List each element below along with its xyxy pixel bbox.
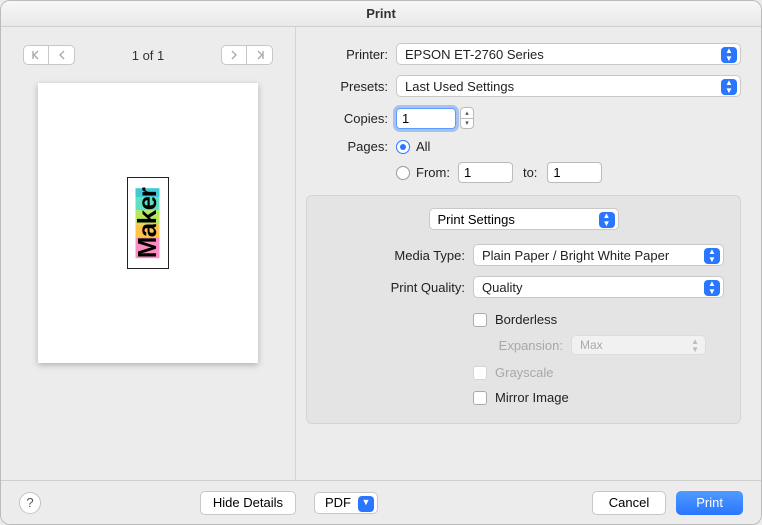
last-page-button[interactable] bbox=[247, 45, 273, 65]
cancel-button[interactable]: Cancel bbox=[592, 491, 666, 515]
media-type-value: Plain Paper / Bright White Paper bbox=[482, 248, 669, 263]
settings-section-value: Print Settings bbox=[438, 212, 515, 227]
updown-icon: ▲▼ bbox=[723, 79, 735, 95]
next-page-button[interactable] bbox=[221, 45, 247, 65]
footer-right: Cancel Print bbox=[592, 491, 743, 515]
media-type-row: Media Type: Plain Paper / Bright White P… bbox=[323, 244, 724, 266]
footer-left: ? Hide Details bbox=[19, 491, 314, 515]
hide-details-button[interactable]: Hide Details bbox=[200, 491, 296, 515]
mirror-row: Mirror Image bbox=[323, 390, 724, 405]
print-dialog: Print 1 of 1 bbox=[0, 0, 762, 525]
pages-to-input[interactable] bbox=[547, 162, 602, 183]
grayscale-row: Grayscale bbox=[323, 365, 724, 380]
pages-from-row: From: to: bbox=[306, 162, 741, 183]
printer-select[interactable]: EPSON ET-2760 Series ▲▼ bbox=[396, 43, 741, 65]
print-quality-row: Print Quality: Quality ▲▼ bbox=[323, 276, 724, 298]
copies-label: Copies: bbox=[306, 111, 396, 126]
pages-from-input[interactable] bbox=[458, 162, 513, 183]
printer-label: Printer: bbox=[306, 47, 396, 62]
media-type-select[interactable]: Plain Paper / Bright White Paper ▲▼ bbox=[473, 244, 724, 266]
copies-stepper[interactable]: ▴ ▾ bbox=[460, 107, 474, 129]
copies-input[interactable] bbox=[396, 108, 456, 129]
presets-row: Presets: Last Used Settings ▲▼ bbox=[306, 75, 741, 97]
stepper-down-icon[interactable]: ▾ bbox=[460, 119, 474, 130]
page-indicator: 1 of 1 bbox=[132, 48, 165, 63]
updown-icon: ▲▼ bbox=[601, 212, 613, 228]
copies-row: Copies: ▴ ▾ bbox=[306, 107, 741, 129]
print-settings-panel: Print Settings ▲▼ Media Type: Plain Pape… bbox=[306, 195, 741, 424]
stepper-up-icon[interactable]: ▴ bbox=[460, 107, 474, 119]
grayscale-checkbox bbox=[473, 366, 487, 380]
expansion-label: Expansion: bbox=[323, 338, 571, 353]
options-pane: Printer: EPSON ET-2760 Series ▲▼ Presets… bbox=[296, 27, 761, 480]
borderless-label: Borderless bbox=[495, 312, 557, 327]
chevron-right-icon bbox=[230, 50, 238, 60]
mirror-checkbox[interactable] bbox=[473, 391, 487, 405]
print-quality-value: Quality bbox=[482, 280, 522, 295]
expansion-value: Max bbox=[580, 338, 603, 352]
print-quality-select[interactable]: Quality ▲▼ bbox=[473, 276, 724, 298]
prev-page-button[interactable] bbox=[49, 45, 75, 65]
preview-artwork: Maker bbox=[127, 177, 169, 269]
pages-all-radio[interactable] bbox=[396, 140, 410, 154]
printer-value: EPSON ET-2760 Series bbox=[405, 47, 544, 62]
borderless-row: Borderless bbox=[323, 312, 724, 327]
print-button[interactable]: Print bbox=[676, 491, 743, 515]
first-page-button[interactable] bbox=[23, 45, 49, 65]
media-type-label: Media Type: bbox=[323, 248, 473, 263]
presets-select[interactable]: Last Used Settings ▲▼ bbox=[396, 75, 741, 97]
pdf-label: PDF bbox=[325, 495, 351, 510]
preview-pane: 1 of 1 Maker bbox=[1, 27, 296, 480]
help-button[interactable]: ? bbox=[19, 492, 41, 514]
prev-buttons bbox=[23, 45, 75, 65]
dialog-content: 1 of 1 Maker bbox=[1, 27, 761, 480]
presets-value: Last Used Settings bbox=[405, 79, 514, 94]
updown-icon: ▲▼ bbox=[723, 47, 735, 63]
updown-icon: ▲▼ bbox=[691, 338, 699, 354]
expansion-row: Expansion: Max ▲▼ bbox=[323, 335, 724, 355]
pdf-menu-button[interactable]: PDF ▼ bbox=[314, 492, 378, 514]
first-page-icon bbox=[31, 50, 41, 60]
updown-icon: ▲▼ bbox=[706, 280, 718, 296]
page-nav: 1 of 1 bbox=[23, 45, 273, 65]
grayscale-label: Grayscale bbox=[495, 365, 554, 380]
presets-label: Presets: bbox=[306, 79, 396, 94]
pages-row: Pages: All bbox=[306, 139, 741, 154]
artwork-text: Maker bbox=[132, 182, 164, 264]
printer-row: Printer: EPSON ET-2760 Series ▲▼ bbox=[306, 43, 741, 65]
pages-range-radio[interactable] bbox=[396, 166, 410, 180]
last-page-icon bbox=[255, 50, 265, 60]
settings-section-select[interactable]: Print Settings ▲▼ bbox=[429, 208, 619, 230]
mirror-label: Mirror Image bbox=[495, 390, 569, 405]
pages-all-label: All bbox=[416, 139, 430, 154]
chevron-down-icon: ▼ bbox=[360, 498, 372, 514]
pages-to-label: to: bbox=[523, 165, 537, 180]
page-preview: Maker bbox=[38, 83, 258, 363]
pages-from-label: From: bbox=[416, 165, 450, 180]
dialog-footer: ? Hide Details PDF ▼ Cancel Print bbox=[1, 480, 761, 524]
borderless-checkbox[interactable] bbox=[473, 313, 487, 327]
print-quality-label: Print Quality: bbox=[323, 280, 473, 295]
next-buttons bbox=[221, 45, 273, 65]
chevron-left-icon bbox=[58, 50, 66, 60]
expansion-select: Max ▲▼ bbox=[571, 335, 706, 355]
window-title: Print bbox=[1, 1, 761, 27]
pages-label: Pages: bbox=[306, 139, 396, 154]
updown-icon: ▲▼ bbox=[706, 248, 718, 264]
